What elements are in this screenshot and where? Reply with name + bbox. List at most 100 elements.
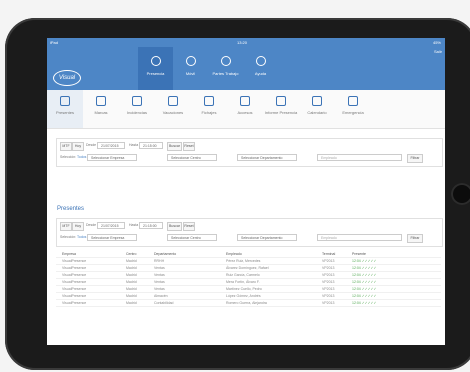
- cell: Madrid: [126, 259, 137, 263]
- module-calendario[interactable]: Calendario: [299, 90, 335, 128]
- departamento-select[interactable]: Seleccionar Departamento: [237, 234, 297, 241]
- reset-button[interactable]: Reset: [183, 222, 195, 231]
- cell: Martínez Cuello, Pedro: [226, 287, 262, 291]
- empleado-input[interactable]: Empleado: [317, 154, 402, 161]
- cell: Contabilidad: [154, 301, 174, 305]
- app-logo: Visual: [53, 70, 81, 86]
- exclamation-icon: [132, 96, 142, 106]
- bar-chart-icon: [276, 96, 286, 106]
- cell: RRHH: [154, 259, 165, 263]
- walk-icon: [185, 56, 196, 66]
- mtf-button[interactable]: MTF: [60, 222, 72, 231]
- help-icon: [255, 56, 266, 66]
- module-informe[interactable]: Informe Presencia: [263, 90, 299, 128]
- topnav-partes[interactable]: Partes Trabajo: [208, 47, 243, 90]
- col-empleado: Empleado: [226, 252, 242, 256]
- module-label: Emergencia: [342, 110, 364, 115]
- section-title: Presentes: [57, 206, 85, 212]
- topnav-label: Móvil: [185, 71, 196, 76]
- module-label: Incidencias: [126, 110, 147, 115]
- cell: Madrid: [126, 287, 137, 291]
- home-button[interactable]: [451, 183, 470, 205]
- module-label: Informe Presencia: [264, 110, 298, 115]
- cell: Ventas: [154, 287, 165, 291]
- table-row[interactable]: VisualPresence Madrid Almacén López Góme…: [56, 293, 441, 300]
- link-icon: [348, 96, 358, 106]
- today-button[interactable]: Hoy: [72, 142, 84, 151]
- bell-icon: [96, 96, 106, 106]
- selection-bar-top: Selección: Todos Seleccionar Empresa Sel…: [56, 151, 443, 167]
- table-row[interactable]: VisualPresence Madrid Ventas Álvarez Dom…: [56, 265, 441, 272]
- cell: Ventas: [154, 266, 165, 270]
- topnav-label: Ayuda: [254, 71, 267, 76]
- module-accesos[interactable]: Accesos: [227, 90, 263, 128]
- battery-label: 45%: [432, 40, 441, 45]
- cell: Álvarez Domínguez, Rafael: [226, 266, 269, 270]
- desde-input[interactable]: 21/07/2015: [97, 142, 125, 149]
- arrows-icon: [240, 96, 250, 106]
- screen: iPad 13:20 45% Visual Salir Presencia Mó…: [47, 38, 445, 345]
- top-nav: Presencia Móvil Partes Trabajo Ayuda: [138, 47, 278, 90]
- module-presentes[interactable]: Presentes: [47, 90, 83, 128]
- logout-link[interactable]: Salir: [434, 49, 442, 54]
- module-incidencias[interactable]: Incidencias: [119, 90, 155, 128]
- topnav-label: Partes Trabajo: [212, 71, 239, 76]
- filter-button[interactable]: Filtrar: [407, 234, 423, 243]
- table-row[interactable]: VisualPresence Madrid Contabilidad Romer…: [56, 300, 441, 307]
- departamento-select[interactable]: Seleccionar Departamento: [237, 154, 297, 161]
- cell: Almacén: [154, 294, 168, 298]
- plane-icon: [168, 96, 178, 106]
- reset-button[interactable]: Reset: [183, 142, 195, 151]
- cell: VP2013: [322, 273, 335, 277]
- target-icon: [204, 96, 214, 106]
- module-emergencia[interactable]: Emergencia: [335, 90, 371, 128]
- table-row[interactable]: VisualPresence Madrid RRHH Pérez Ruiz, M…: [56, 258, 441, 265]
- col-terminal: Terminal: [322, 252, 336, 256]
- status-bar: iPad 13:20 45%: [47, 38, 445, 47]
- centro-select[interactable]: Seleccionar Centro: [167, 154, 217, 161]
- module-label: Calendario: [307, 110, 327, 115]
- cell: 12:04 ✓✓✓✓✓: [352, 301, 377, 305]
- table-row[interactable]: VisualPresence Madrid Ventas Ruiz García…: [56, 272, 441, 279]
- search-button[interactable]: Buscar: [167, 142, 182, 151]
- cell: Madrid: [126, 273, 137, 277]
- cell: Madrid: [126, 266, 137, 270]
- cell: VisualPresence: [62, 280, 87, 284]
- table-header: Empresa Centro Departamento Empleado Ter…: [56, 251, 441, 258]
- empresa-select[interactable]: Seleccionar Empresa: [87, 154, 137, 161]
- cell: Madrid: [126, 280, 137, 284]
- filter-button[interactable]: Filtrar: [407, 154, 423, 163]
- centro-select[interactable]: Seleccionar Centro: [167, 234, 217, 241]
- topnav-ayuda[interactable]: Ayuda: [243, 47, 278, 90]
- cell: 12:04 ✓✓✓✓✓: [352, 273, 377, 277]
- empleado-input[interactable]: Empleado: [317, 234, 402, 241]
- desde-input[interactable]: 21/07/2015: [97, 222, 125, 229]
- calendar-icon: [312, 96, 322, 106]
- today-button[interactable]: Hoy: [72, 222, 84, 231]
- mtf-button[interactable]: MTF: [60, 142, 72, 151]
- hasta-input[interactable]: 21:15:00: [139, 222, 163, 229]
- search-button[interactable]: Buscar: [167, 222, 182, 231]
- hasta-input[interactable]: 21:15:00: [139, 142, 163, 149]
- cell: VisualPresence: [62, 294, 87, 298]
- cell: Ventas: [154, 280, 165, 284]
- person-icon: [220, 56, 231, 66]
- carrier-label: iPad: [50, 40, 59, 45]
- cell: 12:04 ✓✓✓✓✓: [352, 259, 377, 263]
- table-row[interactable]: VisualPresence Madrid Ventas Mera Fortín…: [56, 279, 441, 286]
- empresa-select[interactable]: Seleccionar Empresa: [87, 234, 137, 241]
- hasta-label: Hasta: [129, 143, 139, 147]
- topnav-presencia[interactable]: Presencia: [138, 47, 173, 90]
- module-vacaciones[interactable]: Vacaciones: [155, 90, 191, 128]
- module-marcas[interactable]: Marcas: [83, 90, 119, 128]
- cell: Ventas: [154, 273, 165, 277]
- module-fichajes[interactable]: Fichajes: [191, 90, 227, 128]
- check-icon: [60, 96, 70, 106]
- table-row[interactable]: VisualPresence Madrid Ventas Martínez Cu…: [56, 286, 441, 293]
- col-empresa: Empresa: [62, 252, 77, 256]
- cell: 12:04 ✓✓✓✓✓: [352, 280, 377, 284]
- col-presente: Presente: [352, 252, 367, 256]
- topnav-movil[interactable]: Móvil: [173, 47, 208, 90]
- cell: VP2013: [322, 259, 335, 263]
- cell: VP2013: [322, 280, 335, 284]
